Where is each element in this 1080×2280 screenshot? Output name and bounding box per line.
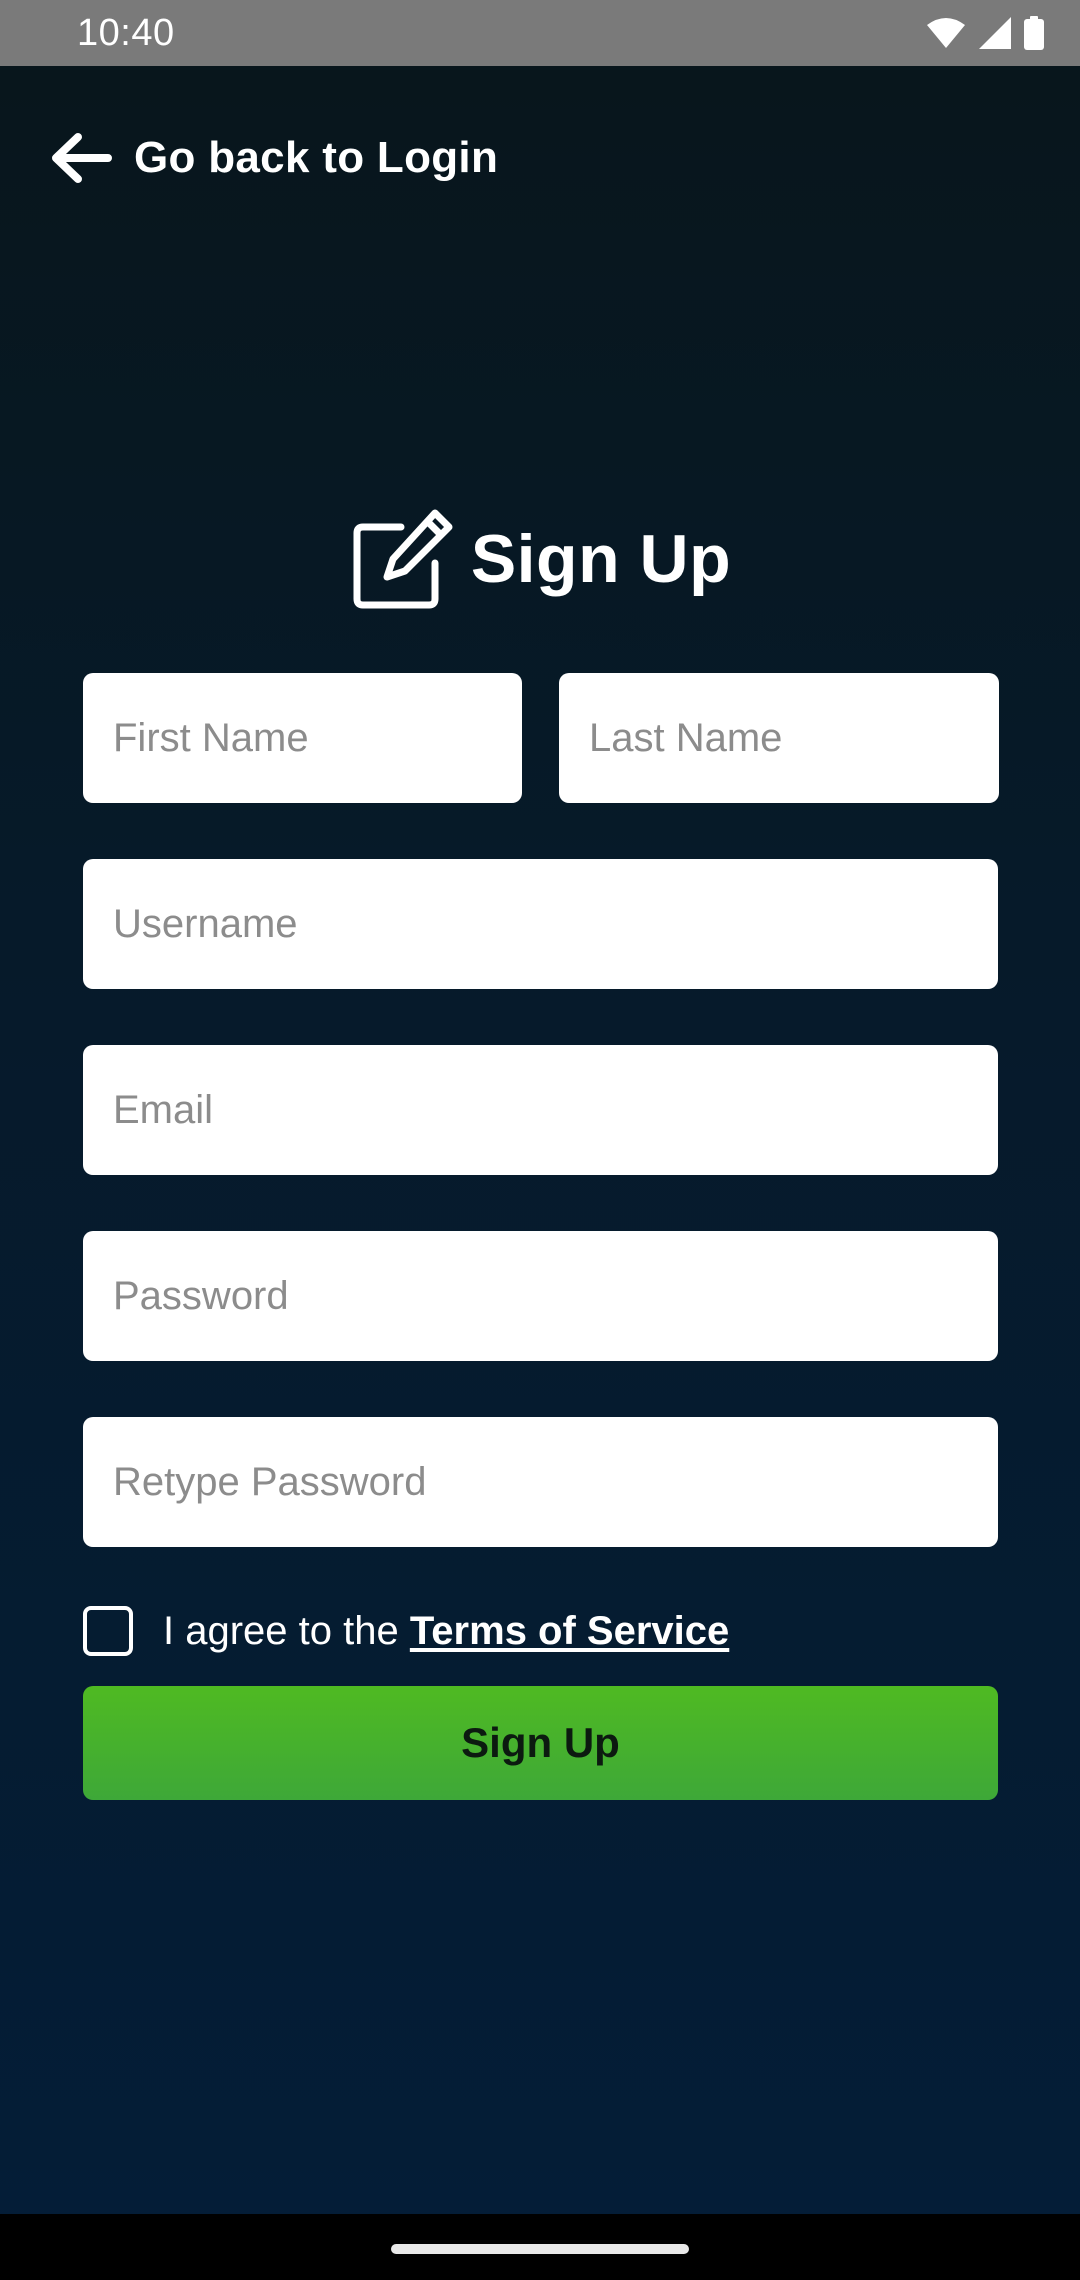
last-name-field-box [559,673,999,803]
sign-up-button[interactable]: Sign Up [83,1686,998,1800]
retype-password-field-box [83,1417,998,1547]
home-indicator[interactable] [391,2244,689,2254]
username-field-box [83,859,998,989]
terms-agreement-text: I agree to the [163,1608,410,1653]
status-icons [926,16,1044,50]
retype-password-input[interactable] [111,1458,970,1506]
edit-icon [349,505,457,613]
back-to-login-label: Go back to Login [134,133,499,182]
first-name-field-box [83,673,522,803]
status-bar: 10:40 [0,0,1080,66]
page-title: Sign Up [470,521,732,597]
terms-of-service-link[interactable]: Terms of Service [410,1609,729,1654]
password-input[interactable] [111,1272,970,1320]
signup-screen: Go back to Login Sign Up I agree to the … [0,66,1080,2214]
cell-signal-icon [978,16,1012,50]
page-header: Sign Up [0,504,1080,614]
email-field-box [83,1045,998,1175]
last-name-input[interactable] [587,714,971,762]
username-input[interactable] [111,900,970,948]
wifi-icon [926,17,966,49]
terms-checkbox[interactable] [83,1606,133,1656]
password-field-box [83,1231,998,1361]
status-time: 10:40 [77,12,175,54]
navigation-bar [0,2214,1080,2280]
arrow-left-icon [50,131,112,185]
terms-agreement-row: I agree to the Terms of Service [83,1603,729,1659]
sign-up-button-label: Sign Up [461,1719,620,1766]
back-to-login-button[interactable]: Go back to Login [50,118,498,198]
battery-icon [1024,16,1044,50]
first-name-input[interactable] [111,714,494,762]
email-input[interactable] [111,1086,970,1134]
